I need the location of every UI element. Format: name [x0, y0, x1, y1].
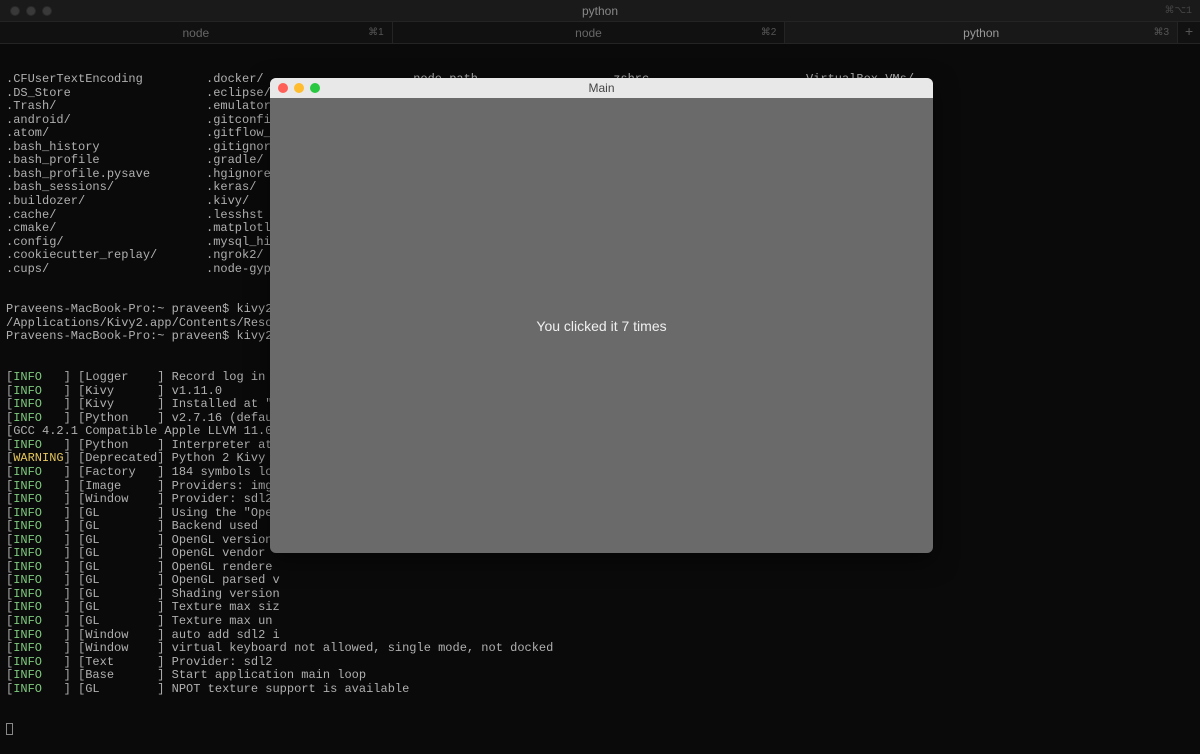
log-line: [INFO ] [Text ] Provider: sdl2: [6, 656, 1194, 670]
tab-node-2[interactable]: node ⌘2: [393, 22, 786, 43]
log-line: [INFO ] [GL ] NPOT texture support is av…: [6, 683, 1194, 697]
file-name: .cookiecutter_replay/: [6, 249, 206, 263]
tab-shortcut: ⌘3: [1153, 27, 1169, 38]
file-name: .CFUserTextEncoding: [6, 73, 206, 87]
file-name: .bash_history: [6, 141, 206, 155]
minimize-icon[interactable]: [294, 83, 304, 93]
log-line: [INFO ] [GL ] Texture max un: [6, 615, 1194, 629]
window-title: python: [582, 4, 618, 18]
tab-shortcut: ⌘1: [368, 27, 384, 38]
tabs-bar: node ⌘1 node ⌘2 python ⌘3 +: [0, 22, 1200, 44]
file-name: .DS_Store: [6, 87, 206, 101]
zoom-icon[interactable]: [310, 83, 320, 93]
file-name: .cups/: [6, 263, 206, 277]
kivy-traffic-lights: [270, 83, 320, 93]
log-line: [INFO ] [GL ] Shading version: [6, 588, 1194, 602]
log-line: [INFO ] [GL ] OpenGL rendere: [6, 561, 1194, 575]
log-line: [INFO ] [Window ] virtual keyboard not a…: [6, 642, 1194, 656]
tab-label: python: [963, 26, 999, 40]
file-name: .Trash/: [6, 100, 206, 114]
file-name: .atom/: [6, 127, 206, 141]
kivy-window-title: Main: [588, 81, 614, 95]
tab-shortcut: ⌘2: [761, 27, 777, 38]
file-name: .buildozer/: [6, 195, 206, 209]
file-name: .cmake/: [6, 222, 206, 236]
kivy-titlebar[interactable]: Main: [270, 78, 933, 98]
file-name: .config/: [6, 236, 206, 250]
close-icon[interactable]: [10, 6, 20, 16]
window-shortcut-indicator: ⌘⌥1: [1164, 5, 1192, 17]
kivy-button[interactable]: You clicked it 7 times: [270, 98, 933, 553]
log-line: [INFO ] [GL ] Texture max siz: [6, 601, 1194, 615]
app-titlebar: python ⌘⌥1: [0, 0, 1200, 22]
log-line: [INFO ] [Base ] Start application main l…: [6, 669, 1194, 683]
kivy-app-window[interactable]: Main You clicked it 7 times: [270, 78, 933, 553]
tab-python[interactable]: python ⌘3: [785, 22, 1178, 43]
minimize-icon[interactable]: [26, 6, 36, 16]
close-icon[interactable]: [278, 83, 288, 93]
file-name: .cache/: [6, 209, 206, 223]
log-line: [INFO ] [Window ] auto add sdl2 i: [6, 629, 1194, 643]
tab-label: node: [575, 26, 602, 40]
tab-node-1[interactable]: node ⌘1: [0, 22, 393, 43]
cursor-icon: [6, 723, 13, 735]
terminal-traffic-lights: [0, 6, 52, 16]
file-name: .bash_sessions/: [6, 181, 206, 195]
file-name: .bash_profile.pysave: [6, 168, 206, 182]
file-name: .android/: [6, 114, 206, 128]
zoom-icon[interactable]: [42, 6, 52, 16]
file-name: .bash_profile: [6, 154, 206, 168]
kivy-click-label: You clicked it 7 times: [536, 318, 666, 334]
tab-label: node: [182, 26, 209, 40]
cursor-line: [6, 723, 1194, 740]
tab-add-button[interactable]: +: [1178, 22, 1200, 43]
log-line: [INFO ] [GL ] OpenGL parsed v: [6, 574, 1194, 588]
